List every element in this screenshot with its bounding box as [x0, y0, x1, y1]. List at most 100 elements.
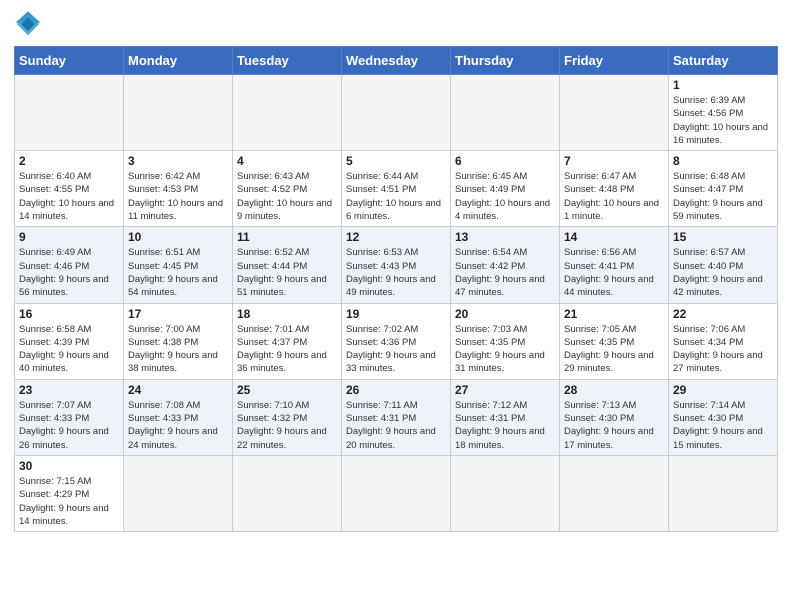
- col-header-saturday: Saturday: [669, 47, 778, 75]
- day-number: 8: [673, 154, 773, 168]
- day-info: Sunrise: 6:49 AM Sunset: 4:46 PM Dayligh…: [19, 246, 119, 299]
- calendar-cell: 7Sunrise: 6:47 AM Sunset: 4:48 PM Daylig…: [560, 151, 669, 227]
- day-info: Sunrise: 6:52 AM Sunset: 4:44 PM Dayligh…: [237, 246, 337, 299]
- calendar-cell: [124, 455, 233, 531]
- day-number: 25: [237, 383, 337, 397]
- calendar-cell: 12Sunrise: 6:53 AM Sunset: 4:43 PM Dayli…: [342, 227, 451, 303]
- day-number: 10: [128, 230, 228, 244]
- day-info: Sunrise: 7:15 AM Sunset: 4:29 PM Dayligh…: [19, 475, 119, 528]
- day-info: Sunrise: 7:05 AM Sunset: 4:35 PM Dayligh…: [564, 323, 664, 376]
- calendar-cell: 13Sunrise: 6:54 AM Sunset: 4:42 PM Dayli…: [451, 227, 560, 303]
- day-number: 5: [346, 154, 446, 168]
- calendar-cell: 3 Sunrise: 6:42 AM Sunset: 4:53 PM Daylig…: [124, 151, 233, 227]
- calendar-cell: 16 Sunrise: 6:58 AM Sunset: 4:39 PM Dayli…: [15, 303, 124, 379]
- calendar-cell: 20 Sunrise: 7:03 AM Sunset: 4:35 PM Dayli…: [451, 303, 560, 379]
- calendar-cell: 27 Sunrise: 7:12 AM Sunset: 4:31 PM Dayli…: [451, 379, 560, 455]
- day-info: Sunrise: 7:03 AM Sunset: 4:35 PM Dayligh…: [455, 323, 555, 376]
- day-info: Sunrise: 6:58 AM Sunset: 4:39 PM Dayligh…: [19, 323, 119, 376]
- day-number: 4: [237, 154, 337, 168]
- day-number: 26: [346, 383, 446, 397]
- day-number: 27: [455, 383, 555, 397]
- calendar-cell: 15 Sunrise: 6:57 AM Sunset: 4:40 PM Dayli…: [669, 227, 778, 303]
- calendar-cell: 26 Sunrise: 7:11 AM Sunset: 4:31 PM Dayli…: [342, 379, 451, 455]
- calendar-cell: 19 Sunrise: 7:02 AM Sunset: 4:36 PM Dayli…: [342, 303, 451, 379]
- day-number: 14: [564, 230, 664, 244]
- calendar-cell: 29 Sunrise: 7:14 AM Sunset: 4:30 PM Dayli…: [669, 379, 778, 455]
- calendar-cell: 22Sunrise: 7:06 AM Sunset: 4:34 PM Dayli…: [669, 303, 778, 379]
- calendar-cell: 18Sunrise: 7:01 AM Sunset: 4:37 PM Dayli…: [233, 303, 342, 379]
- day-number: 18: [237, 307, 337, 321]
- calendar-cell: [560, 455, 669, 531]
- day-number: 13: [455, 230, 555, 244]
- day-number: 7: [564, 154, 664, 168]
- day-info: Sunrise: 7:11 AM Sunset: 4:31 PM Dayligh…: [346, 399, 446, 452]
- day-number: 9: [19, 230, 119, 244]
- day-number: 29: [673, 383, 773, 397]
- day-info: Sunrise: 7:14 AM Sunset: 4:30 PM Dayligh…: [673, 399, 773, 452]
- calendar-week-row: 30 Sunrise: 7:15 AM Sunset: 4:29 PM Dayli…: [15, 455, 778, 531]
- day-number: 28: [564, 383, 664, 397]
- calendar-week-row: 23 Sunrise: 7:07 AM Sunset: 4:33 PM Dayli…: [15, 379, 778, 455]
- calendar-cell: 5 Sunrise: 6:44 AM Sunset: 4:51 PM Daylig…: [342, 151, 451, 227]
- calendar-cell: [342, 75, 451, 151]
- calendar-cell: 1 Sunrise: 6:39 AM Sunset: 4:56 PM Daylig…: [669, 75, 778, 151]
- day-number: 1: [673, 78, 773, 92]
- day-info: Sunrise: 7:06 AM Sunset: 4:34 PM Dayligh…: [673, 323, 773, 376]
- col-header-friday: Friday: [560, 47, 669, 75]
- day-number: 15: [673, 230, 773, 244]
- header: [14, 10, 778, 38]
- calendar-cell: 30 Sunrise: 7:15 AM Sunset: 4:29 PM Dayli…: [15, 455, 124, 531]
- day-number: 21: [564, 307, 664, 321]
- calendar-cell: [15, 75, 124, 151]
- calendar-cell: 2Sunrise: 6:40 AM Sunset: 4:55 PM Daylig…: [15, 151, 124, 227]
- calendar-table: SundayMondayTuesdayWednesdayThursdayFrid…: [14, 46, 778, 532]
- logo: [14, 10, 44, 38]
- calendar-cell: 23 Sunrise: 7:07 AM Sunset: 4:33 PM Dayli…: [15, 379, 124, 455]
- day-info: Sunrise: 7:00 AM Sunset: 4:38 PM Dayligh…: [128, 323, 228, 376]
- day-info: Sunrise: 6:39 AM Sunset: 4:56 PM Dayligh…: [673, 94, 773, 147]
- calendar-cell: [124, 75, 233, 151]
- day-number: 16: [19, 307, 119, 321]
- calendar-cell: 28Sunrise: 7:13 AM Sunset: 4:30 PM Dayli…: [560, 379, 669, 455]
- day-info: Sunrise: 7:12 AM Sunset: 4:31 PM Dayligh…: [455, 399, 555, 452]
- day-info: Sunrise: 7:07 AM Sunset: 4:33 PM Dayligh…: [19, 399, 119, 452]
- day-number: 3: [128, 154, 228, 168]
- day-number: 30: [19, 459, 119, 473]
- day-number: 23: [19, 383, 119, 397]
- calendar-week-row: 9 Sunrise: 6:49 AM Sunset: 4:46 PM Daylig…: [15, 227, 778, 303]
- day-number: 11: [237, 230, 337, 244]
- calendar-cell: [233, 455, 342, 531]
- col-header-wednesday: Wednesday: [342, 47, 451, 75]
- calendar-cell: 24Sunrise: 7:08 AM Sunset: 4:33 PM Dayli…: [124, 379, 233, 455]
- calendar-cell: [560, 75, 669, 151]
- col-header-thursday: Thursday: [451, 47, 560, 75]
- day-info: Sunrise: 6:45 AM Sunset: 4:49 PM Dayligh…: [455, 170, 555, 223]
- calendar-cell: [233, 75, 342, 151]
- calendar-week-row: 1 Sunrise: 6:39 AM Sunset: 4:56 PM Daylig…: [15, 75, 778, 151]
- calendar-cell: 6Sunrise: 6:45 AM Sunset: 4:49 PM Daylig…: [451, 151, 560, 227]
- calendar-cell: 9 Sunrise: 6:49 AM Sunset: 4:46 PM Daylig…: [15, 227, 124, 303]
- day-info: Sunrise: 7:02 AM Sunset: 4:36 PM Dayligh…: [346, 323, 446, 376]
- day-info: Sunrise: 6:48 AM Sunset: 4:47 PM Dayligh…: [673, 170, 773, 223]
- day-number: 20: [455, 307, 555, 321]
- calendar-cell: 17 Sunrise: 7:00 AM Sunset: 4:38 PM Dayli…: [124, 303, 233, 379]
- calendar-week-row: 2Sunrise: 6:40 AM Sunset: 4:55 PM Daylig…: [15, 151, 778, 227]
- day-info: Sunrise: 6:56 AM Sunset: 4:41 PM Dayligh…: [564, 246, 664, 299]
- calendar-cell: [451, 75, 560, 151]
- day-number: 19: [346, 307, 446, 321]
- col-header-monday: Monday: [124, 47, 233, 75]
- day-number: 12: [346, 230, 446, 244]
- calendar-cell: [451, 455, 560, 531]
- calendar-cell: 10Sunrise: 6:51 AM Sunset: 4:45 PM Dayli…: [124, 227, 233, 303]
- day-info: Sunrise: 6:57 AM Sunset: 4:40 PM Dayligh…: [673, 246, 773, 299]
- day-info: Sunrise: 6:42 AM Sunset: 4:53 PM Dayligh…: [128, 170, 228, 223]
- calendar-cell: 11 Sunrise: 6:52 AM Sunset: 4:44 PM Dayli…: [233, 227, 342, 303]
- day-info: Sunrise: 6:40 AM Sunset: 4:55 PM Dayligh…: [19, 170, 119, 223]
- calendar-cell: 4 Sunrise: 6:43 AM Sunset: 4:52 PM Daylig…: [233, 151, 342, 227]
- day-info: Sunrise: 6:44 AM Sunset: 4:51 PM Dayligh…: [346, 170, 446, 223]
- day-number: 17: [128, 307, 228, 321]
- calendar-cell: 25Sunrise: 7:10 AM Sunset: 4:32 PM Dayli…: [233, 379, 342, 455]
- calendar-cell: [669, 455, 778, 531]
- calendar-cell: [342, 455, 451, 531]
- day-info: Sunrise: 6:43 AM Sunset: 4:52 PM Dayligh…: [237, 170, 337, 223]
